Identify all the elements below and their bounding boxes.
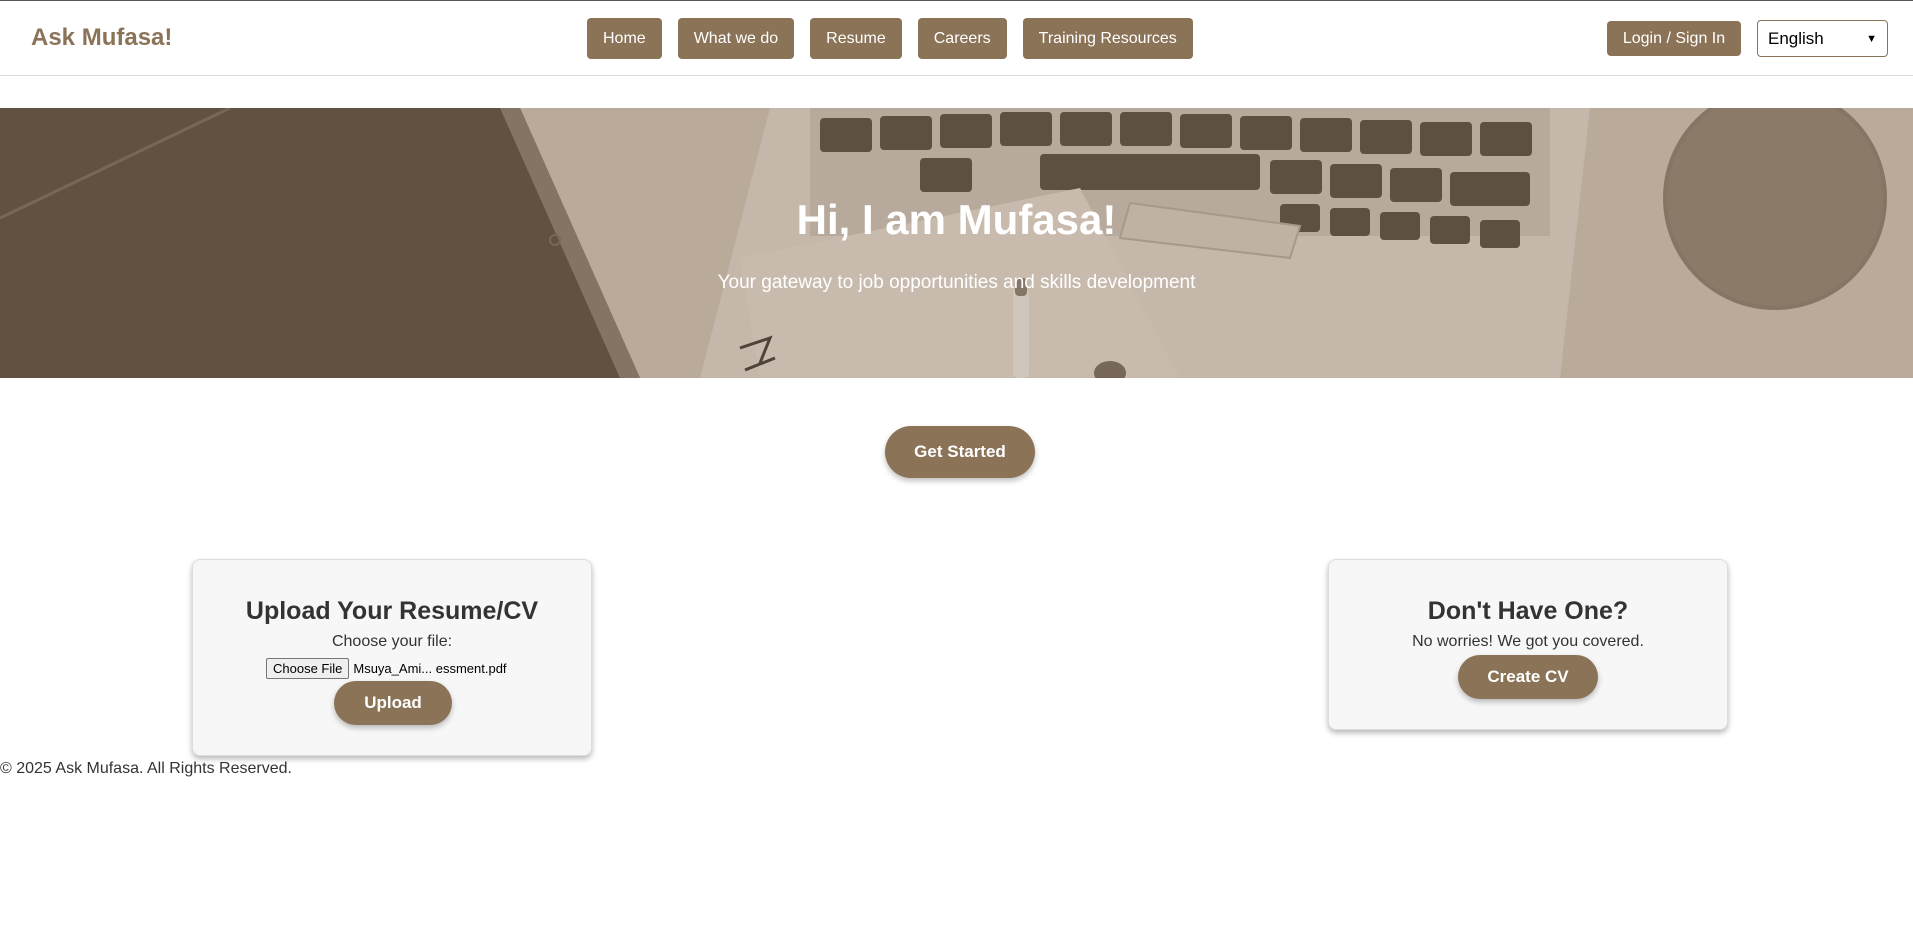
chevron-down-icon: ▼ bbox=[1866, 32, 1877, 45]
login-signin-button[interactable]: Login / Sign In bbox=[1607, 21, 1741, 56]
create-cv-card: Don't Have One? No worries! We got you c… bbox=[1328, 559, 1728, 730]
hero-banner: Hi, I am Mufasa! Your gateway to job opp… bbox=[0, 108, 1913, 378]
get-started-button[interactable]: Get Started bbox=[885, 426, 1035, 478]
create-cv-button[interactable]: Create CV bbox=[1458, 655, 1598, 699]
upload-resume-card: Upload Your Resume/CV Choose your file: … bbox=[192, 559, 592, 756]
upload-card-title: Upload Your Resume/CV bbox=[245, 597, 539, 625]
language-selected-value: English bbox=[1768, 28, 1824, 48]
nav-home-button[interactable]: Home bbox=[587, 18, 662, 59]
nav-training-resources-button[interactable]: Training Resources bbox=[1022, 18, 1193, 59]
brand-logo[interactable]: Ask Mufasa! bbox=[31, 24, 172, 52]
choose-file-label: Choose your file: bbox=[331, 633, 453, 650]
create-card-text: No worries! We got you covered. bbox=[1412, 633, 1644, 650]
language-select[interactable]: English ▼ bbox=[1757, 20, 1888, 57]
file-input[interactable]: Choose File Msuya_Ami... essment.pdf bbox=[266, 658, 507, 679]
main-nav: Home What we do Resume Careers Training … bbox=[587, 18, 1193, 59]
nav-what-we-do-button[interactable]: What we do bbox=[677, 18, 795, 59]
choose-file-button[interactable]: Choose File bbox=[266, 658, 350, 679]
upload-button[interactable]: Upload bbox=[334, 681, 452, 725]
create-card-title: Don't Have One? bbox=[1427, 597, 1629, 625]
site-header: Ask Mufasa! Home What we do Resume Caree… bbox=[0, 0, 1913, 76]
hero-title: Hi, I am Mufasa! bbox=[796, 196, 1117, 243]
hero-subtitle: Your gateway to job opportunities and sk… bbox=[717, 272, 1196, 293]
nav-resume-button[interactable]: Resume bbox=[810, 18, 902, 59]
footer-copyright: © 2025 Ask Mufasa. All Rights Reserved. bbox=[0, 760, 292, 777]
nav-careers-button[interactable]: Careers bbox=[917, 18, 1007, 59]
selected-file-name: Msuya_Ami... essment.pdf bbox=[353, 661, 507, 676]
